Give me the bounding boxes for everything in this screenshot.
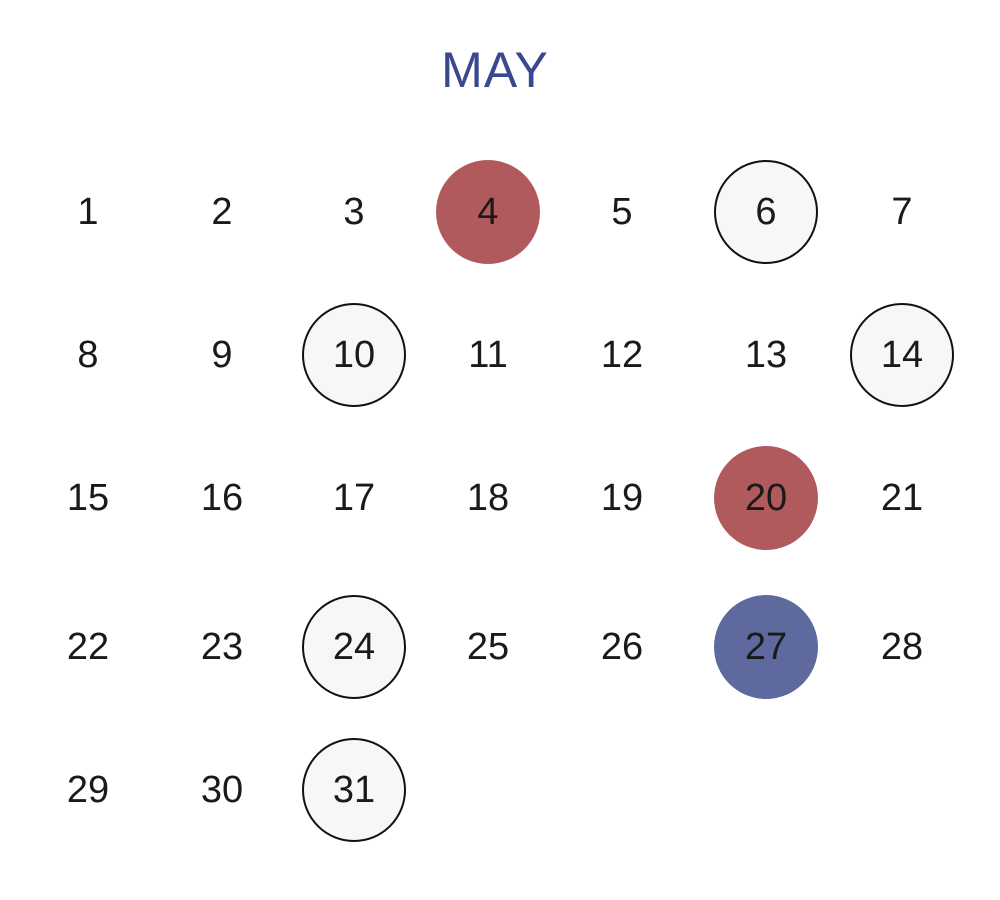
day-cell[interactable]: 3 xyxy=(302,160,406,264)
day-cell[interactable]: 25 xyxy=(436,595,540,699)
calendar-grid: 1 2 3 4 5 6 7 8 9 10 11 12 13 14 15 16 17 18 19 20 21 22 23 24 2… xyxy=(0,0,1000,900)
day-cell[interactable]: 30 xyxy=(170,738,274,842)
day-cell[interactable]: 23 xyxy=(170,595,274,699)
day-cell[interactable]: 19 xyxy=(570,446,674,550)
day-cell[interactable]: 15 xyxy=(36,446,140,550)
day-cell[interactable]: 14 xyxy=(850,303,954,407)
day-cell[interactable]: 29 xyxy=(36,738,140,842)
day-cell[interactable]: 26 xyxy=(570,595,674,699)
day-cell[interactable]: 20 xyxy=(714,446,818,550)
day-cell[interactable]: 31 xyxy=(302,738,406,842)
day-cell[interactable]: 18 xyxy=(436,446,540,550)
day-cell[interactable]: 8 xyxy=(36,303,140,407)
day-cell[interactable]: 22 xyxy=(36,595,140,699)
day-cell[interactable]: 11 xyxy=(436,303,540,407)
day-cell[interactable]: 28 xyxy=(850,595,954,699)
day-cell[interactable]: 24 xyxy=(302,595,406,699)
day-cell[interactable]: 5 xyxy=(570,160,674,264)
day-cell[interactable]: 12 xyxy=(570,303,674,407)
day-cell[interactable]: 1 xyxy=(36,160,140,264)
day-cell[interactable]: 7 xyxy=(850,160,954,264)
day-cell[interactable]: 4 xyxy=(436,160,540,264)
day-cell[interactable]: 16 xyxy=(170,446,274,550)
day-cell[interactable]: 27 xyxy=(714,595,818,699)
day-cell[interactable]: 21 xyxy=(850,446,954,550)
day-cell[interactable]: 10 xyxy=(302,303,406,407)
day-cell[interactable]: 17 xyxy=(302,446,406,550)
day-cell[interactable]: 9 xyxy=(170,303,274,407)
day-cell[interactable]: 13 xyxy=(714,303,818,407)
day-cell[interactable]: 6 xyxy=(714,160,818,264)
day-cell[interactable]: 2 xyxy=(170,160,274,264)
